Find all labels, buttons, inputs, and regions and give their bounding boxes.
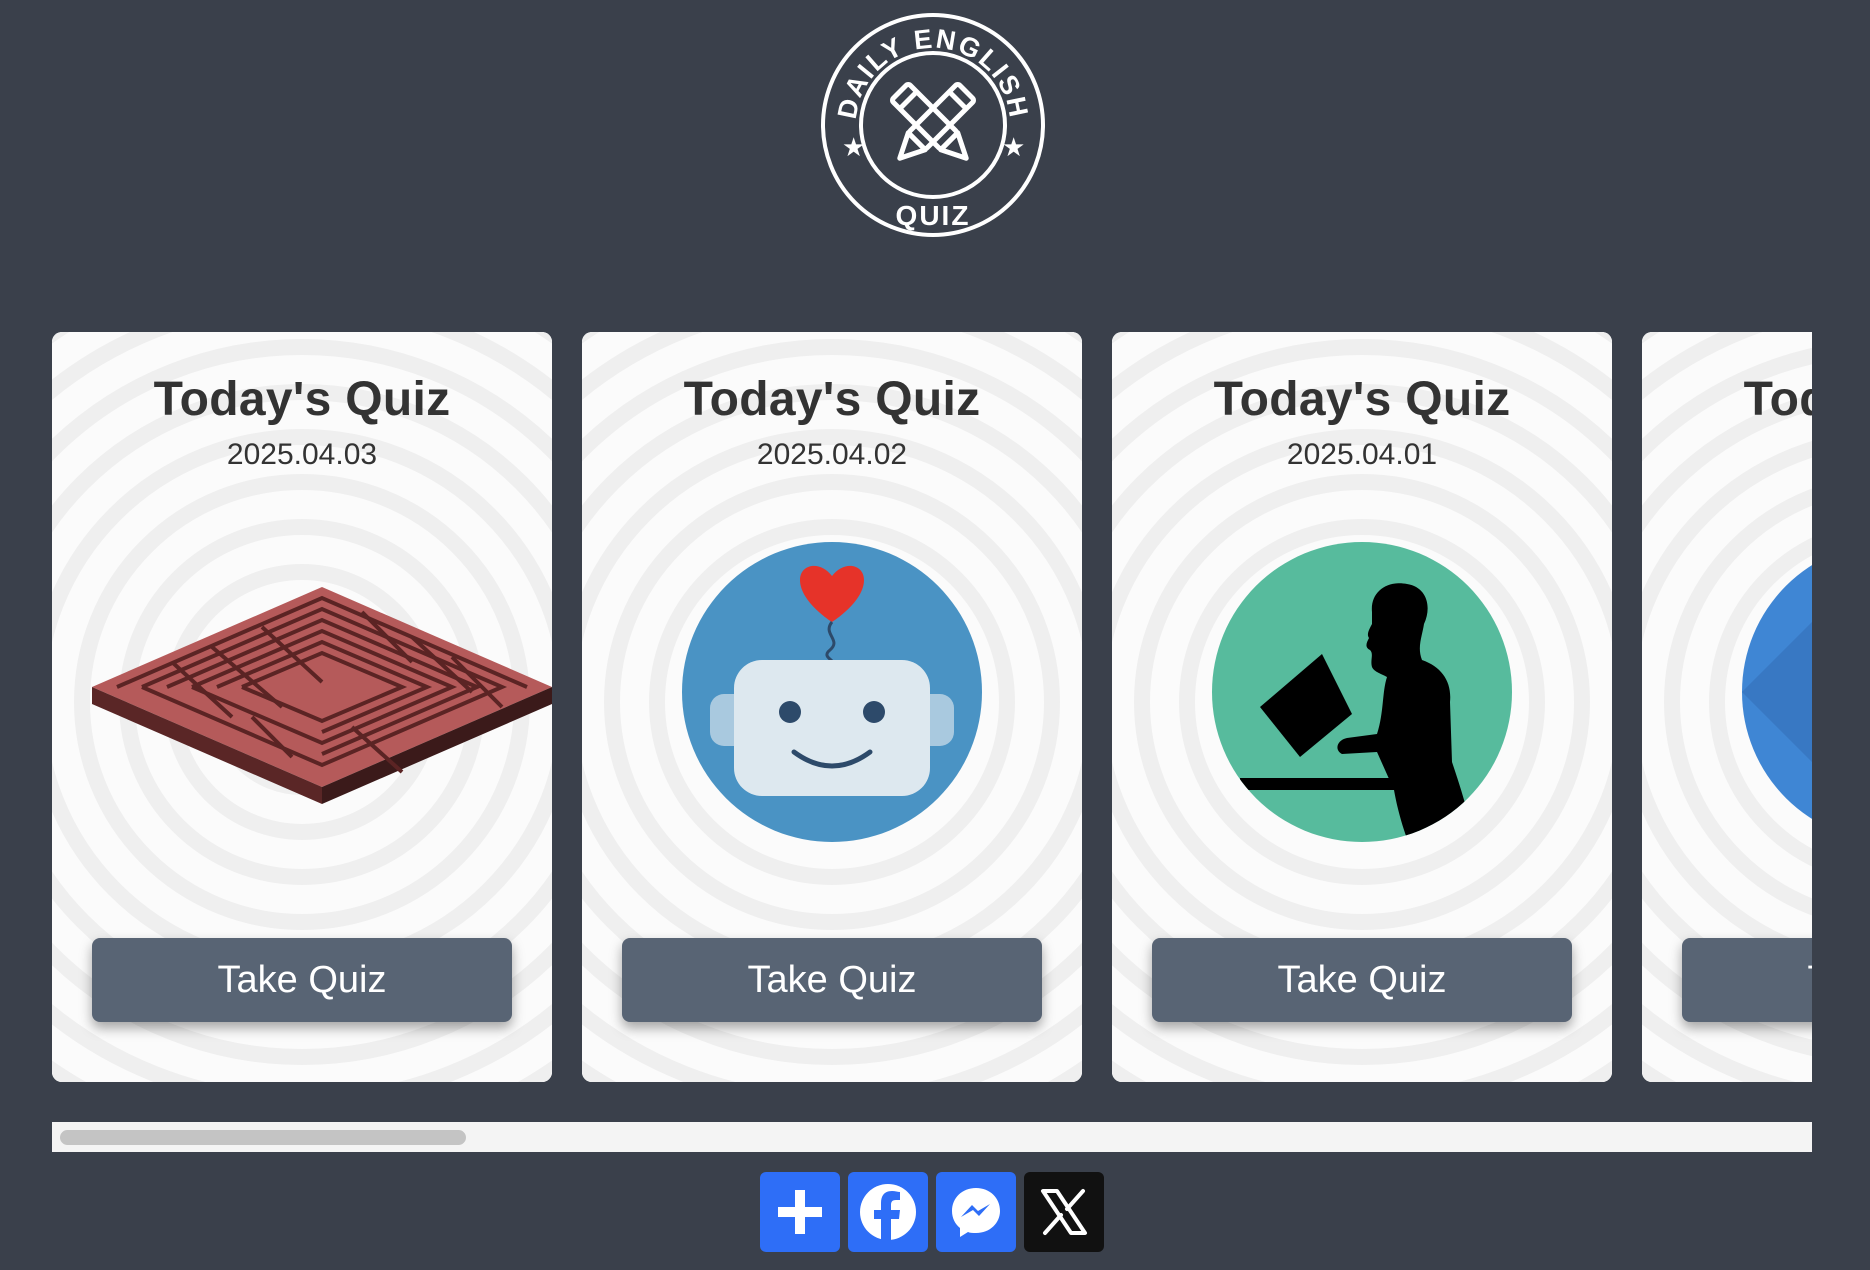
blue-circle-image bbox=[1742, 542, 1812, 842]
quiz-carousel[interactable]: Today's Quiz 2025.04.03 Take Quiz Today'… bbox=[52, 332, 1812, 1084]
quiz-card[interactable]: Today's Quiz 2025.04.01 Take Quiz bbox=[1112, 332, 1612, 1082]
take-quiz-button[interactable]: Take Quiz bbox=[622, 938, 1042, 1022]
scrollbar-thumb[interactable] bbox=[60, 1130, 466, 1145]
person-reading-image bbox=[1212, 542, 1512, 842]
crossed-pencils-icon bbox=[890, 82, 976, 161]
x-icon bbox=[1041, 1189, 1087, 1235]
robot-with-heart-image bbox=[682, 542, 982, 842]
daily-english-quiz-logo[interactable]: DAILY ENGLISH QUIZ ★ ★ bbox=[818, 10, 1048, 240]
facebook-icon bbox=[860, 1184, 916, 1243]
card-title: Today's Quiz bbox=[683, 373, 981, 426]
share-x-button[interactable] bbox=[1024, 1172, 1104, 1252]
share-messenger-button[interactable] bbox=[936, 1172, 1016, 1252]
quiz-card[interactable]: Today's Quiz 2025.04.03 Take Quiz bbox=[52, 332, 552, 1082]
take-quiz-button[interactable]: Take Quiz bbox=[1682, 938, 1812, 1022]
messenger-icon bbox=[952, 1188, 1000, 1237]
card-title: Today's Quiz bbox=[1213, 373, 1511, 426]
card-date: 2025.04.02 bbox=[756, 438, 908, 471]
card-title: Today's Quiz bbox=[153, 373, 451, 426]
share-bar bbox=[760, 1172, 1104, 1252]
quiz-card-track: Today's Quiz 2025.04.03 Take Quiz Today'… bbox=[52, 332, 1812, 1082]
card-date: 2025.04.01 bbox=[1286, 438, 1438, 471]
isometric-maze-image bbox=[92, 542, 552, 842]
star-icon: ★ bbox=[842, 132, 865, 162]
card-date: 2025.04.03 bbox=[226, 438, 378, 471]
add-icon bbox=[778, 1190, 822, 1234]
share-facebook-button[interactable] bbox=[848, 1172, 928, 1252]
quiz-card[interactable]: Today's Quiz 2025.04.02 Take Quiz bbox=[582, 332, 1082, 1082]
take-quiz-button[interactable]: Take Quiz bbox=[1152, 938, 1572, 1022]
card-title: Today's Quiz bbox=[1743, 373, 1812, 426]
logo-bottom-text: QUIZ bbox=[896, 200, 971, 231]
star-icon: ★ bbox=[1002, 132, 1025, 162]
share-add-button[interactable] bbox=[760, 1172, 840, 1252]
quiz-card[interactable]: Today's Quiz Take Quiz bbox=[1642, 332, 1812, 1082]
carousel-scrollbar[interactable] bbox=[52, 1122, 1812, 1152]
take-quiz-button[interactable]: Take Quiz bbox=[92, 938, 512, 1022]
